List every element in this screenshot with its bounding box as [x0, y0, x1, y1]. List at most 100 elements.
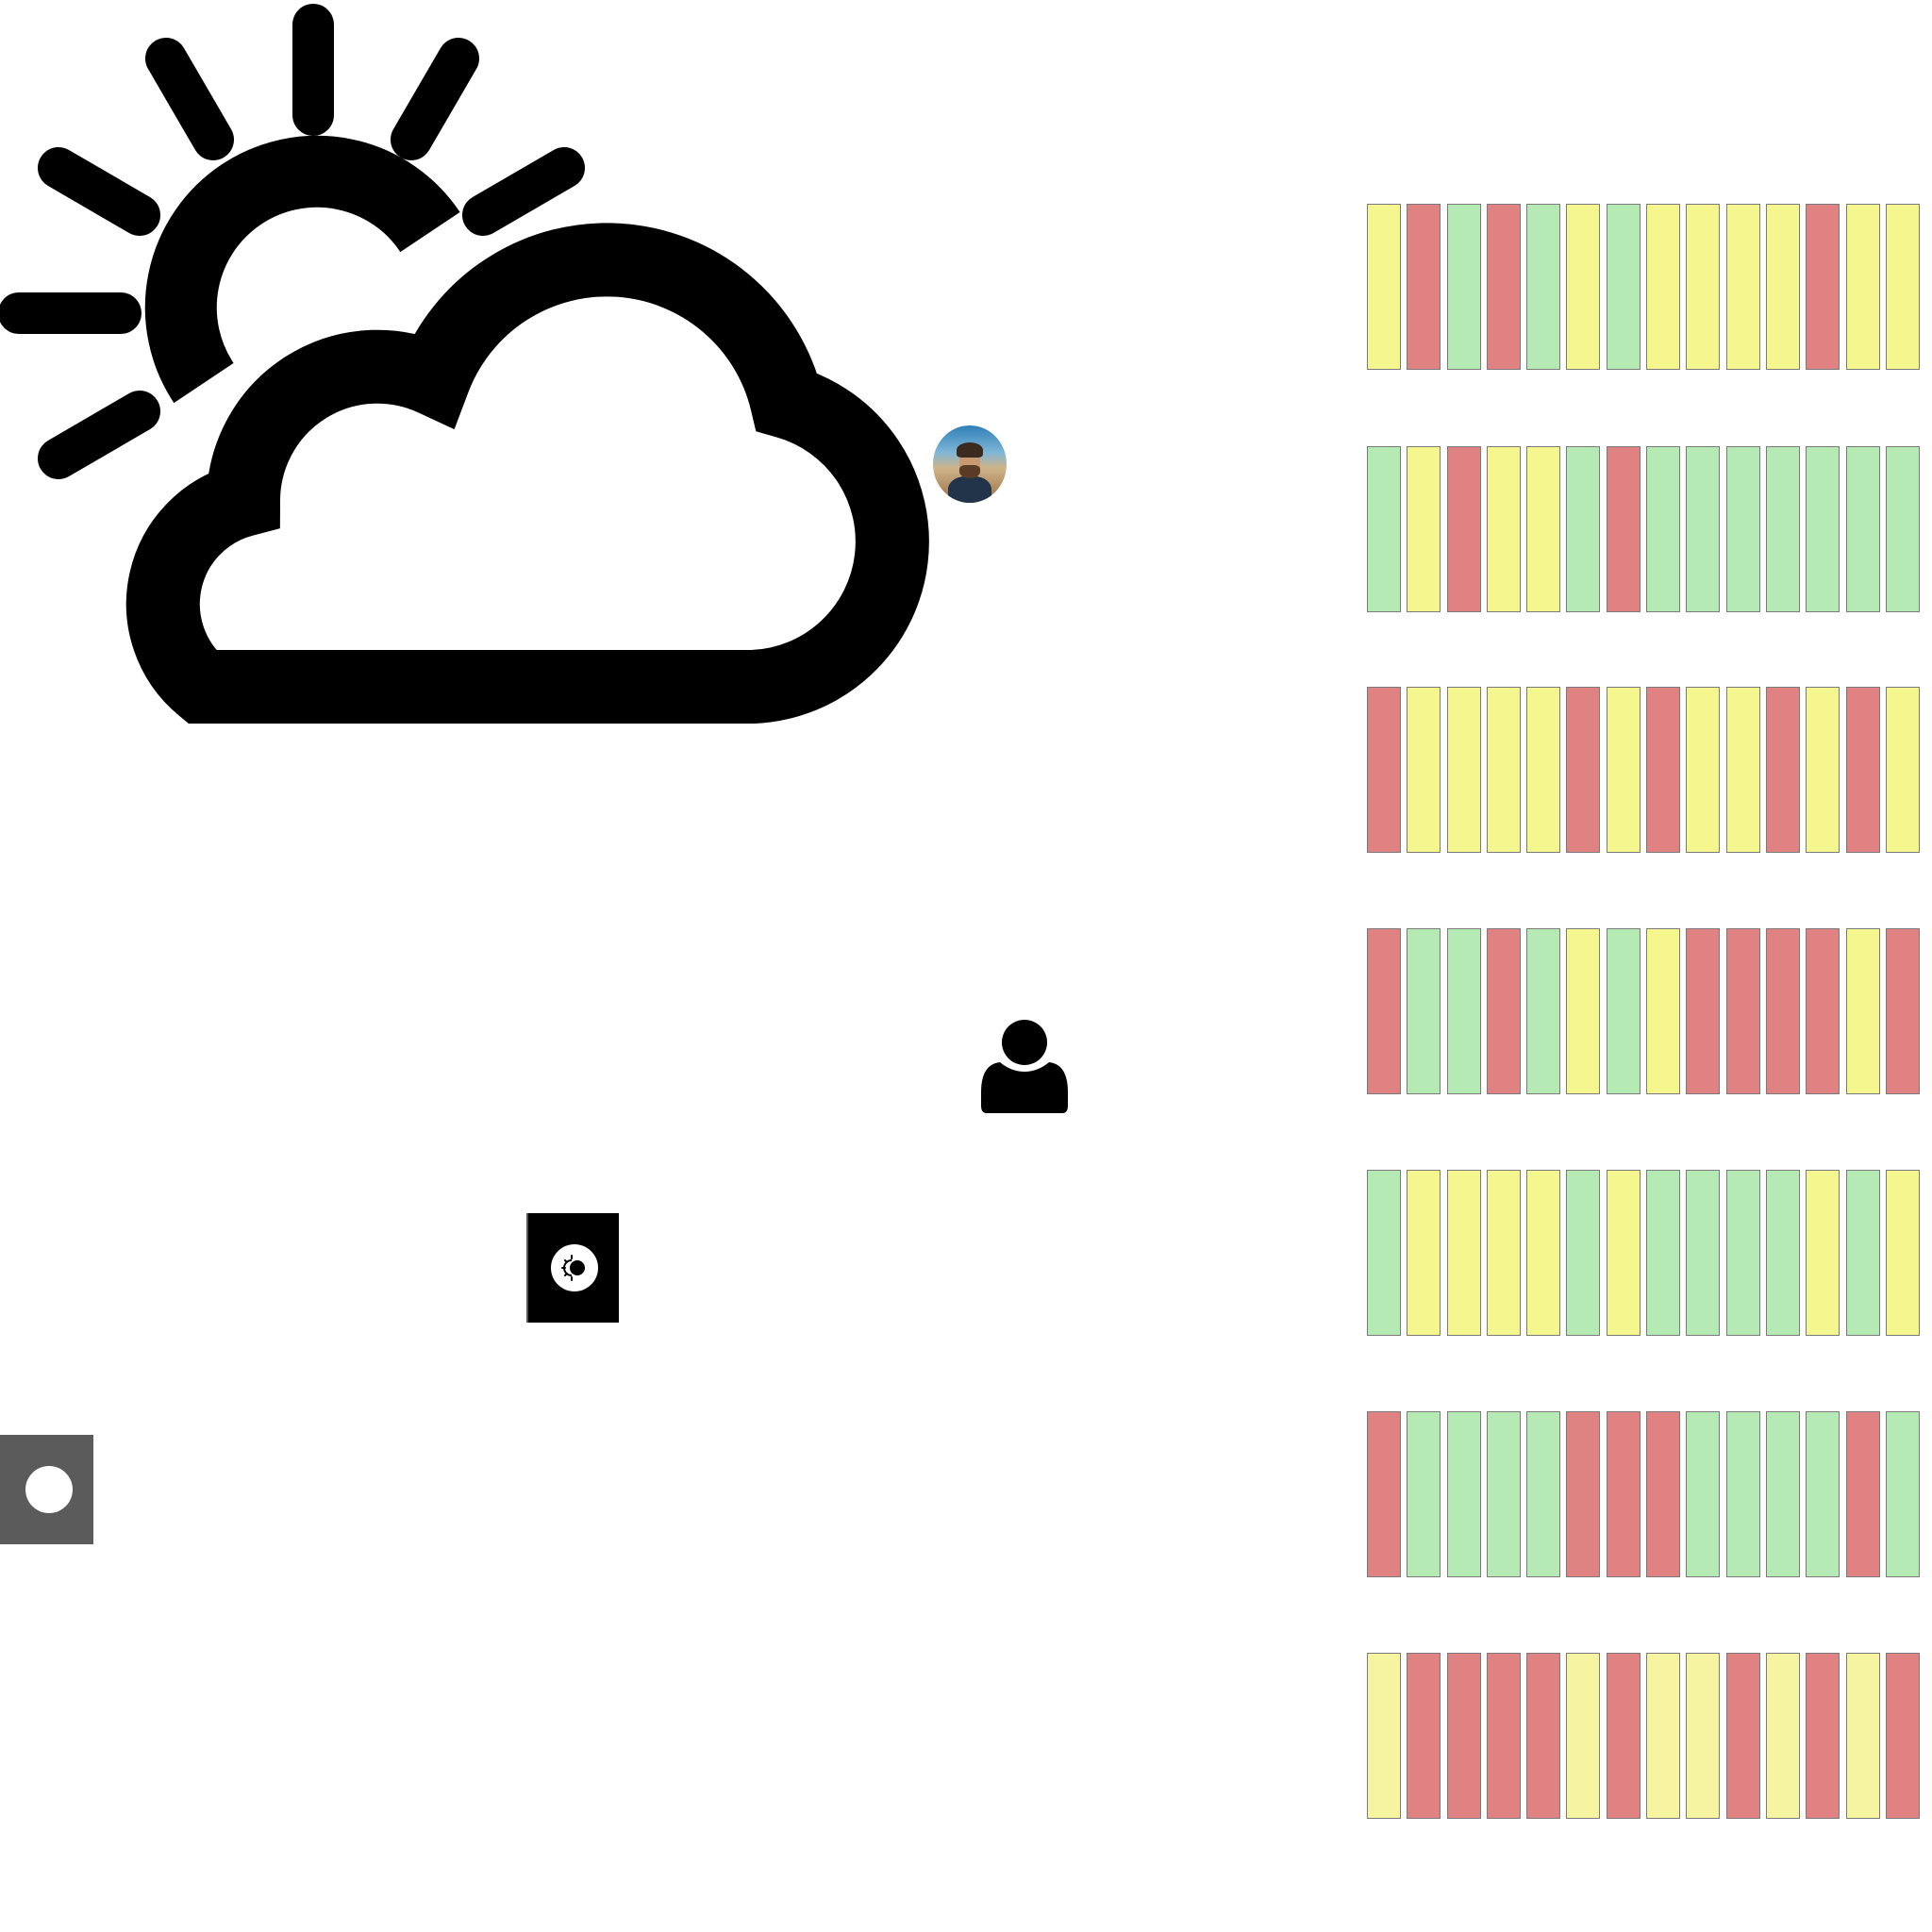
- status-cell-red[interactable]: [1885, 1653, 1920, 1819]
- status-cell-yellow[interactable]: [1566, 204, 1601, 370]
- status-cell-yellow[interactable]: [1725, 687, 1760, 853]
- status-cell-yellow[interactable]: [1845, 928, 1880, 1094]
- status-cell-red[interactable]: [1566, 687, 1601, 853]
- status-cell-green[interactable]: [1606, 204, 1641, 370]
- status-cell-green[interactable]: [1885, 1411, 1920, 1577]
- status-cell-green[interactable]: [1566, 1170, 1601, 1336]
- status-cell-red[interactable]: [1367, 928, 1401, 1094]
- status-cell-red[interactable]: [1606, 1653, 1641, 1819]
- status-cell-yellow[interactable]: [1407, 446, 1441, 612]
- status-cell-yellow[interactable]: [1486, 1170, 1521, 1336]
- status-cell-yellow[interactable]: [1446, 1170, 1481, 1336]
- status-cell-red[interactable]: [1646, 687, 1681, 853]
- status-cell-green[interactable]: [1725, 1411, 1760, 1577]
- status-cell-green[interactable]: [1686, 1170, 1721, 1336]
- status-cell-yellow[interactable]: [1646, 204, 1681, 370]
- status-cell-red[interactable]: [1367, 1411, 1401, 1577]
- status-cell-green[interactable]: [1845, 1170, 1880, 1336]
- status-cell-yellow[interactable]: [1765, 204, 1800, 370]
- status-cell-red[interactable]: [1407, 204, 1441, 370]
- status-cell-green[interactable]: [1446, 1411, 1481, 1577]
- status-cell-yellow[interactable]: [1566, 928, 1601, 1094]
- status-cell-yellow[interactable]: [1526, 1170, 1561, 1336]
- status-cell-red[interactable]: [1566, 1411, 1601, 1577]
- status-cell-red[interactable]: [1765, 928, 1800, 1094]
- status-cell-yellow[interactable]: [1885, 687, 1920, 853]
- status-cell-yellow[interactable]: [1885, 204, 1920, 370]
- status-cell-green[interactable]: [1526, 1411, 1561, 1577]
- status-cell-green[interactable]: [1526, 928, 1561, 1094]
- status-cell-red[interactable]: [1486, 204, 1521, 370]
- status-cell-red[interactable]: [1606, 1411, 1641, 1577]
- status-cell-red[interactable]: [1806, 1653, 1840, 1819]
- status-cell-yellow[interactable]: [1646, 928, 1681, 1094]
- status-cell-yellow[interactable]: [1526, 446, 1561, 612]
- status-cell-yellow[interactable]: [1606, 687, 1641, 853]
- status-cell-green[interactable]: [1806, 446, 1840, 612]
- status-cell-green[interactable]: [1686, 446, 1721, 612]
- status-cell-green[interactable]: [1885, 446, 1920, 612]
- status-cell-red[interactable]: [1765, 687, 1800, 853]
- status-cell-red[interactable]: [1606, 446, 1641, 612]
- status-cell-red[interactable]: [1526, 1653, 1561, 1819]
- status-cell-green[interactable]: [1446, 928, 1481, 1094]
- status-cell-red[interactable]: [1367, 687, 1401, 853]
- status-cell-yellow[interactable]: [1407, 1170, 1441, 1336]
- status-cell-green[interactable]: [1725, 1170, 1760, 1336]
- status-cell-yellow[interactable]: [1686, 687, 1721, 853]
- status-cell-red[interactable]: [1446, 446, 1481, 612]
- status-cell-yellow[interactable]: [1806, 687, 1840, 853]
- status-cell-green[interactable]: [1367, 1170, 1401, 1336]
- status-cell-yellow[interactable]: [1885, 1170, 1920, 1336]
- status-cell-yellow[interactable]: [1606, 1170, 1641, 1336]
- status-cell-red[interactable]: [1646, 1411, 1681, 1577]
- status-cell-red[interactable]: [1686, 928, 1721, 1094]
- status-cell-yellow[interactable]: [1486, 687, 1521, 853]
- status-cell-green[interactable]: [1765, 1411, 1800, 1577]
- status-cell-green[interactable]: [1765, 1170, 1800, 1336]
- status-cell-yellow[interactable]: [1725, 204, 1760, 370]
- status-cell-red[interactable]: [1845, 1411, 1880, 1577]
- status-cell-green[interactable]: [1725, 446, 1760, 612]
- status-cell-green[interactable]: [1646, 446, 1681, 612]
- status-cell-green[interactable]: [1407, 928, 1441, 1094]
- status-cell-green[interactable]: [1606, 928, 1641, 1094]
- status-cell-yellow[interactable]: [1367, 1653, 1401, 1819]
- status-cell-yellow[interactable]: [1686, 1653, 1721, 1819]
- status-cell-red[interactable]: [1486, 1653, 1521, 1819]
- status-cell-red[interactable]: [1806, 928, 1840, 1094]
- status-cell-yellow[interactable]: [1446, 687, 1481, 853]
- status-cell-green[interactable]: [1526, 204, 1561, 370]
- status-cell-yellow[interactable]: [1845, 1653, 1880, 1819]
- status-cell-yellow[interactable]: [1806, 1170, 1840, 1336]
- status-cell-green[interactable]: [1446, 204, 1481, 370]
- status-cell-red[interactable]: [1486, 928, 1521, 1094]
- mode-toggle-button[interactable]: [0, 1435, 93, 1544]
- status-cell-red[interactable]: [1725, 928, 1760, 1094]
- status-cell-yellow[interactable]: [1407, 687, 1441, 853]
- status-cell-green[interactable]: [1845, 446, 1880, 612]
- user-icon[interactable]: [981, 1019, 1068, 1113]
- status-cell-green[interactable]: [1566, 446, 1601, 612]
- status-cell-yellow[interactable]: [1845, 204, 1880, 370]
- status-cell-red[interactable]: [1407, 1653, 1441, 1819]
- status-cell-yellow[interactable]: [1526, 687, 1561, 853]
- status-cell-green[interactable]: [1686, 1411, 1721, 1577]
- status-cell-yellow[interactable]: [1646, 1653, 1681, 1819]
- status-cell-green[interactable]: [1407, 1411, 1441, 1577]
- status-cell-red[interactable]: [1845, 687, 1880, 853]
- status-cell-green[interactable]: [1646, 1170, 1681, 1336]
- status-cell-red[interactable]: [1446, 1653, 1481, 1819]
- status-cell-yellow[interactable]: [1367, 204, 1401, 370]
- status-cell-yellow[interactable]: [1765, 1653, 1800, 1819]
- avatar[interactable]: [933, 425, 1007, 503]
- status-cell-green[interactable]: [1367, 446, 1401, 612]
- status-cell-green[interactable]: [1806, 1411, 1840, 1577]
- status-cell-red[interactable]: [1885, 928, 1920, 1094]
- status-cell-green[interactable]: [1486, 1411, 1521, 1577]
- status-cell-yellow[interactable]: [1566, 1653, 1601, 1819]
- status-cell-green[interactable]: [1765, 446, 1800, 612]
- status-cell-red[interactable]: [1806, 204, 1840, 370]
- status-cell-yellow[interactable]: [1486, 446, 1521, 612]
- status-cell-yellow[interactable]: [1686, 204, 1721, 370]
